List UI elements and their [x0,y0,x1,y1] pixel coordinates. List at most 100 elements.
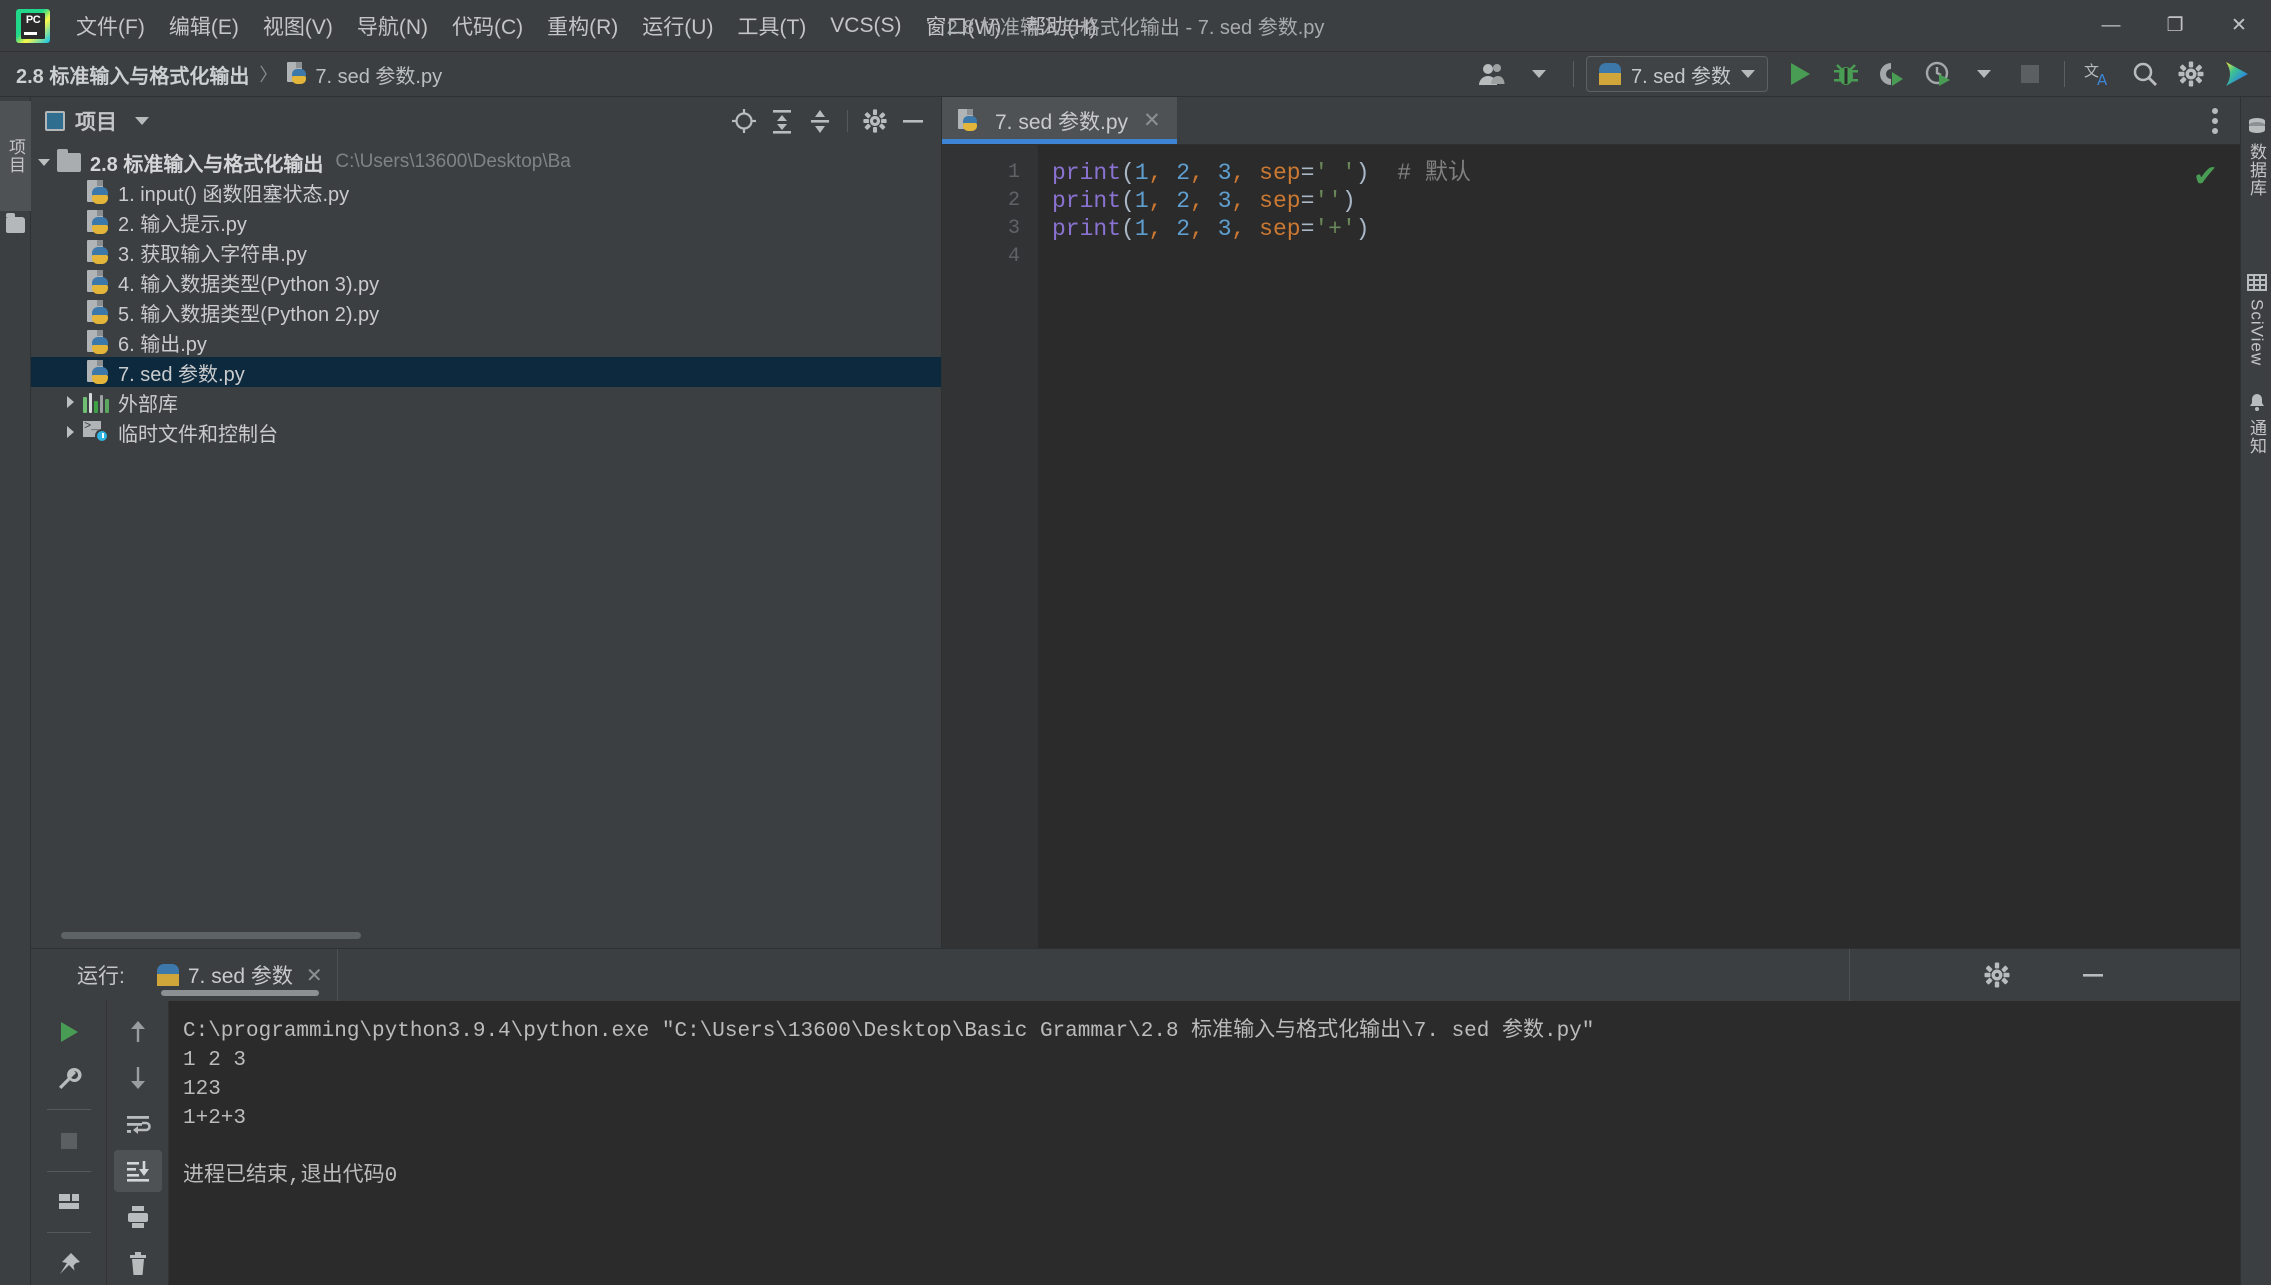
layout-icon[interactable] [45,1181,93,1224]
rainbow-icon[interactable] [2215,55,2259,93]
tree-row-file-7-selected[interactable]: 7. sed 参数.py [31,357,941,387]
code-content[interactable]: print(1, 2, 3, sep=' ') # 默认 print(1, 2, … [1038,145,2240,948]
code-line[interactable]: print(1, 2, 3, sep='+') [1052,215,2240,243]
rerun-icon[interactable] [45,1011,93,1054]
menu-file[interactable]: 文件(F) [64,5,157,47]
tree-path: C:\Users\13600\Desktop\Ba [335,151,571,172]
menu-help[interactable]: 帮助(H) [1013,5,1108,47]
code-line[interactable] [1052,243,2240,271]
user-icon[interactable] [1471,55,1515,93]
code-line[interactable]: print(1, 2, 3, sep='') [1052,187,2240,215]
run-icon[interactable] [1778,55,1822,93]
tree-row-file-4[interactable]: 4. 输入数据类型(Python 3).py [31,267,941,297]
gear-icon[interactable] [1973,951,2021,999]
soft-wrap-icon[interactable] [114,1104,162,1146]
scroll-to-end-icon[interactable] [113,1149,162,1193]
profile-dropdown-caret-icon[interactable] [1962,55,2006,93]
close-icon[interactable]: ✕ [1143,108,1161,133]
project-panel-tools [726,104,931,138]
tree-label: 外部库 [118,393,178,416]
stop-icon[interactable] [2008,55,2052,93]
folder-icon[interactable] [6,213,25,233]
menu-vcs[interactable]: VCS(S) [818,8,913,44]
menu-run[interactable]: 运行(U) [630,5,725,47]
project-panel-title: 项目 [75,111,117,134]
tree-label: 7. sed 参数.py [118,363,245,386]
gear-icon[interactable] [857,104,893,138]
locate-icon[interactable] [726,104,762,138]
tree-row-file-3[interactable]: 3. 获取输入字符串.py [31,237,941,267]
tree-row-file-1[interactable]: 1. input() 函数阻塞状态.py [31,177,941,207]
toolbar-divider [1572,61,1574,87]
editor-tab-active[interactable]: 7. sed 参数.py ✕ [942,97,1177,144]
menu-edit[interactable]: 编辑(E) [157,5,251,47]
chevron-down-icon[interactable] [31,159,57,166]
window-controls: — ❐ ✕ [2079,0,2271,51]
folder-icon [57,148,81,172]
menu-window[interactable]: 窗口(W) [913,5,1013,47]
hide-panel-icon[interactable] [895,104,931,138]
debug-icon[interactable] [1824,55,1868,93]
trash-icon[interactable] [114,1243,162,1285]
menu-view[interactable]: 视图(V) [251,5,345,47]
code-token: print [1052,188,1122,214]
tree-label: 1. input() 函数阻塞状态.py [118,183,350,206]
breadcrumb-project[interactable]: 2.8 标准输入与格式化输出 [16,60,249,89]
close-icon[interactable]: ✕ [306,963,323,988]
down-arrow-icon[interactable] [114,1057,162,1099]
profile-icon[interactable] [1916,55,1960,93]
settings-gear-icon[interactable] [2169,55,2213,93]
hide-panel-icon[interactable] [2069,951,2117,999]
grid-icon [2246,274,2267,291]
run-configuration-selector[interactable]: 7. sed 参数 [1585,56,1768,92]
code-token: = [1300,216,1315,242]
close-button[interactable]: ✕ [2207,0,2271,51]
breadcrumb-file-wrap[interactable]: 7. sed 参数.py [287,60,442,89]
sidebar-tab-notifications[interactable]: 通知 [2241,387,2271,461]
project-icon [45,111,65,131]
sidebar-tab-project[interactable]: 项目 [0,101,31,211]
tree-row-file-6[interactable]: 6. 输出.py [31,327,941,357]
code-line[interactable]: print(1, 2, 3, sep=' ') # 默认 [1052,159,2240,187]
coverage-icon[interactable] [1870,55,1914,93]
collapse-all-icon[interactable] [802,104,838,138]
chevron-down-icon[interactable] [135,117,149,125]
menu-navigate[interactable]: 导航(N) [345,5,440,47]
more-options-icon[interactable] [2206,102,2224,140]
expand-all-icon[interactable] [764,104,800,138]
inspection-status-icon[interactable]: ✔ [2193,159,2218,194]
pin-icon[interactable] [45,1242,93,1285]
project-hscrollbar[interactable] [61,932,361,939]
tree-row-project-root[interactable]: 2.8 标准输入与格式化输出 C:\Users\13600\Desktop\Ba [31,147,941,177]
user-dropdown-caret-icon[interactable] [1517,55,1561,93]
print-icon[interactable] [114,1196,162,1238]
project-panel-title-group[interactable]: 项目 [45,106,149,136]
menu-tools[interactable]: 工具(T) [725,5,818,47]
code-token: sep [1259,160,1301,186]
minimize-button[interactable]: — [2079,0,2143,51]
up-arrow-icon[interactable] [114,1011,162,1053]
translate-icon[interactable]: 文 A [2077,55,2121,93]
sidebar-tab-database[interactable]: 数据库 [2241,111,2271,203]
menu-code[interactable]: 代码(C) [440,5,535,47]
wrench-icon[interactable] [45,1058,93,1101]
tree-row-external-libraries[interactable]: 外部库 [31,387,941,417]
stop-icon[interactable] [45,1119,93,1162]
chevron-right-icon[interactable] [57,396,83,408]
maximize-button[interactable]: ❐ [2143,0,2207,51]
chevron-right-icon[interactable] [57,426,83,438]
search-icon[interactable] [2123,55,2167,93]
tree-row-scratches-consoles[interactable]: 临时文件和控制台 [31,417,941,447]
python-file-icon [87,359,109,385]
upper-area: 项目 2.8 标准输入与格式化输出 C:\Users\13600\Desktop… [31,97,2240,948]
code-area[interactable]: 1 2 3 4 print(1, 2, 3, sep=' ') # 默认 prin… [942,145,2240,948]
tree-row-file-5[interactable]: 5. 输入数据类型(Python 2).py [31,297,941,327]
console-output[interactable]: C:\programming\python3.9.4\python.exe "C… [169,1001,2240,1285]
editor-tab-bar: 7. sed 参数.py ✕ [942,97,2240,145]
sidebar-tab-sciview[interactable]: SciView [2241,267,2271,372]
menu-refactor[interactable]: 重构(R) [535,5,630,47]
run-panel-tab[interactable]: 7. sed 参数 ✕ [143,949,337,1001]
tree-row-file-2[interactable]: 2. 输入提示.py [31,207,941,237]
